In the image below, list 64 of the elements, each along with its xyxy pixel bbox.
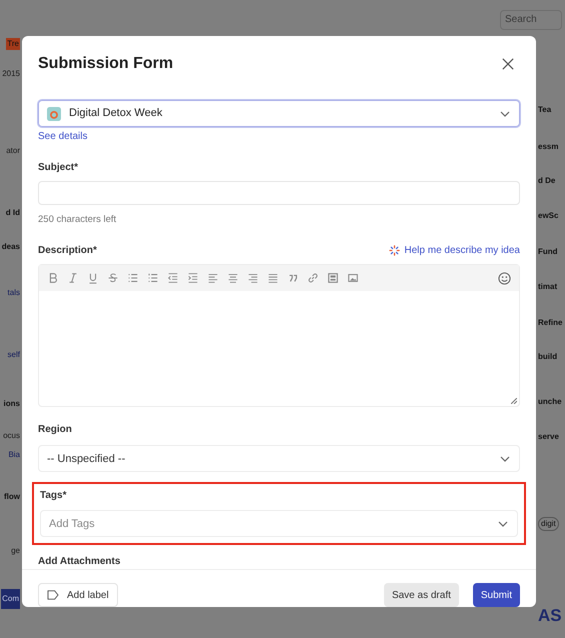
save-draft-button[interactable]: Save as draft bbox=[384, 583, 459, 608]
background-text: 2015 bbox=[2, 68, 20, 80]
help-describe-link[interactable]: Help me describe my idea bbox=[389, 243, 520, 258]
background-text: ewSc bbox=[538, 210, 558, 222]
background-text: d De bbox=[538, 175, 556, 187]
see-details-link[interactable]: See details bbox=[38, 129, 88, 144]
outdent-button[interactable] bbox=[167, 272, 179, 284]
submit-button[interactable]: Submit bbox=[472, 583, 520, 608]
field-label: Add Attachments bbox=[38, 555, 120, 570]
label-icon bbox=[47, 590, 59, 600]
sparkle-icon bbox=[389, 245, 400, 256]
italic-button[interactable] bbox=[67, 272, 79, 284]
background-button[interactable]: Com bbox=[1, 589, 20, 609]
background-link[interactable]: self bbox=[8, 349, 20, 361]
emoji-button[interactable] bbox=[498, 272, 511, 285]
align-left-button[interactable] bbox=[207, 272, 219, 284]
campaign-select[interactable]: Digital Detox Week bbox=[38, 100, 520, 127]
modal-title: Submission Form bbox=[38, 54, 174, 74]
logo-text: AS bbox=[538, 607, 562, 624]
close-icon bbox=[502, 58, 514, 70]
background-text: ator bbox=[6, 145, 20, 157]
align-center-button[interactable] bbox=[227, 272, 239, 284]
subject-input[interactable] bbox=[38, 181, 520, 205]
underline-button[interactable] bbox=[87, 272, 99, 284]
field-label: Tags* bbox=[40, 489, 66, 504]
campaign-icon bbox=[47, 106, 61, 120]
background-text: Refine bbox=[538, 317, 562, 329]
justify-button[interactable] bbox=[267, 272, 279, 284]
tag-badge: Tre bbox=[6, 38, 20, 50]
field-label: Subject* bbox=[38, 161, 78, 175]
background-text: unche bbox=[538, 396, 562, 408]
background-text: build bbox=[538, 351, 558, 363]
background-link[interactable]: tals bbox=[8, 287, 20, 299]
align-right-button[interactable] bbox=[247, 272, 259, 284]
field-label: Description* bbox=[38, 244, 97, 258]
resize-handle-icon[interactable] bbox=[511, 398, 517, 404]
background-text: Fund bbox=[538, 246, 558, 258]
image-button[interactable] bbox=[347, 272, 359, 284]
bold-button[interactable] bbox=[47, 272, 59, 284]
background-text: deas bbox=[2, 241, 20, 253]
tag-chip: digit bbox=[538, 517, 559, 531]
indent-button[interactable] bbox=[187, 272, 199, 284]
search-field[interactable]: Search bbox=[500, 10, 562, 30]
background-text: ocus bbox=[3, 430, 20, 442]
background-text: d Id bbox=[6, 207, 20, 219]
field-label: Region bbox=[38, 423, 72, 438]
tags-select[interactable]: Add Tags bbox=[40, 510, 518, 538]
background-text: Tea bbox=[538, 104, 552, 116]
link-button[interactable] bbox=[307, 272, 319, 284]
strikethrough-button[interactable] bbox=[107, 272, 119, 284]
background-text: timat bbox=[538, 281, 558, 293]
background-text: flow bbox=[4, 491, 20, 503]
background-text: serve bbox=[538, 431, 559, 443]
bulleted-list-button[interactable] bbox=[127, 272, 139, 284]
region-select[interactable]: -- Unspecified -- bbox=[38, 445, 520, 472]
characters-left-text: 250 characters left bbox=[38, 213, 116, 227]
background-link[interactable]: Bia bbox=[8, 449, 20, 461]
background-text: ge bbox=[11, 545, 20, 557]
background-text: ions bbox=[4, 398, 20, 410]
film-button[interactable] bbox=[327, 272, 339, 284]
background-text: essm bbox=[538, 141, 558, 153]
numbered-list-button[interactable] bbox=[147, 272, 159, 284]
add-label-button[interactable]: Add label bbox=[38, 583, 118, 608]
quote-button[interactable] bbox=[287, 272, 299, 284]
